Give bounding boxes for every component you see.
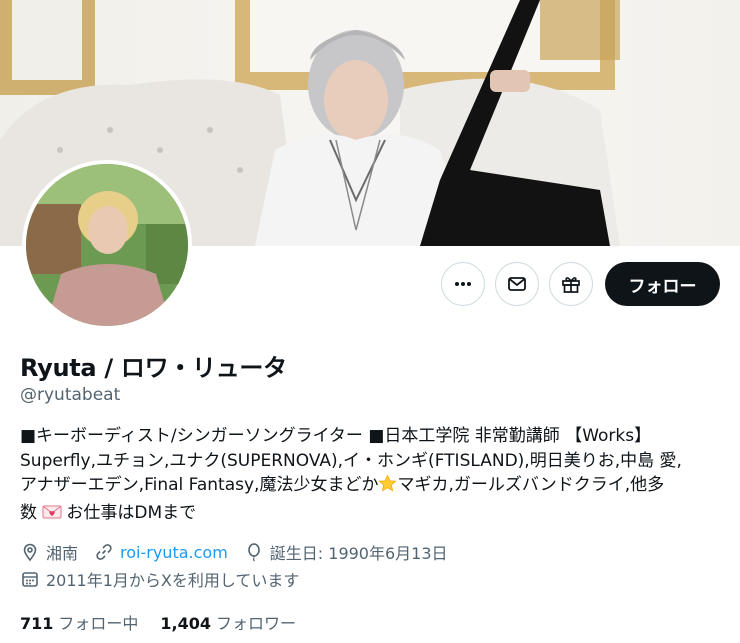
followers-link[interactable]: 1,404 フォロワー	[160, 610, 296, 634]
followers-count: 1,404	[160, 614, 212, 633]
joined-row: 2011年1月からXを利用しています	[20, 567, 299, 591]
profile-bio: ■キーボーディスト/シンガーソングライター ■日本工学院 非常勤講師 【Work…	[20, 424, 720, 528]
following-count: 711	[20, 614, 54, 633]
bio-line: Superfly,ユチョン,ユナク(SUPERNOVA),イ・ホンギ(FTISL…	[20, 450, 682, 471]
bio-text: お仕事はDMまで	[66, 502, 197, 523]
location-pin-icon	[20, 542, 40, 562]
bio-text: アナザーエデン,Final Fantasy,魔法少女まどか	[20, 475, 379, 495]
following-link[interactable]: 711 フォロー中	[20, 610, 138, 634]
balloon-icon	[244, 542, 264, 562]
profile-meta-row: 湘南 roi-ryuta.com 誕生日: 1990年6月13日	[20, 540, 448, 564]
followers-label: フォロワー	[216, 614, 297, 633]
calendar-icon	[20, 569, 40, 589]
bio-line: アナザーエデン,Final Fantasy,魔法少女まどか マギカ,ガールズバンド…	[20, 473, 720, 501]
display-name: Ryuta / ロワ・リュータ	[20, 354, 287, 382]
profile-avatar[interactable]	[22, 160, 192, 330]
joined-text: 2011年1月からXを利用しています	[46, 571, 300, 590]
link-icon	[94, 542, 114, 562]
birthday-text: 誕生日: 1990年6月13日	[269, 544, 448, 563]
user-handle: @ryutabeat	[20, 385, 121, 405]
love-letter-emoji-icon	[42, 503, 62, 529]
message-button[interactable]	[495, 262, 539, 306]
avatar-photo	[26, 164, 188, 326]
location-text: 湘南	[46, 544, 79, 563]
bio-line: 数 お仕事はDMまで	[20, 501, 720, 529]
more-button[interactable]	[441, 262, 485, 306]
mail-icon	[508, 277, 526, 291]
website-link[interactable]: roi-ryuta.com	[120, 543, 228, 562]
gift-icon	[562, 277, 580, 293]
bio-text: 数	[20, 502, 43, 523]
gift-button[interactable]	[549, 262, 593, 306]
follow-stats: 711 フォロー中 1,404 フォロワー	[20, 610, 296, 634]
follow-button[interactable]: フォロー	[605, 262, 720, 306]
bio-text: マギカ,ガールズバンドクライ,他多	[397, 475, 665, 495]
more-icon	[455, 282, 471, 286]
star-emoji-icon	[378, 474, 398, 501]
following-label: フォロー中	[58, 614, 139, 633]
bio-line: ■キーボーディスト/シンガーソングライター ■日本工学院 非常勤講師 【Work…	[20, 426, 652, 446]
